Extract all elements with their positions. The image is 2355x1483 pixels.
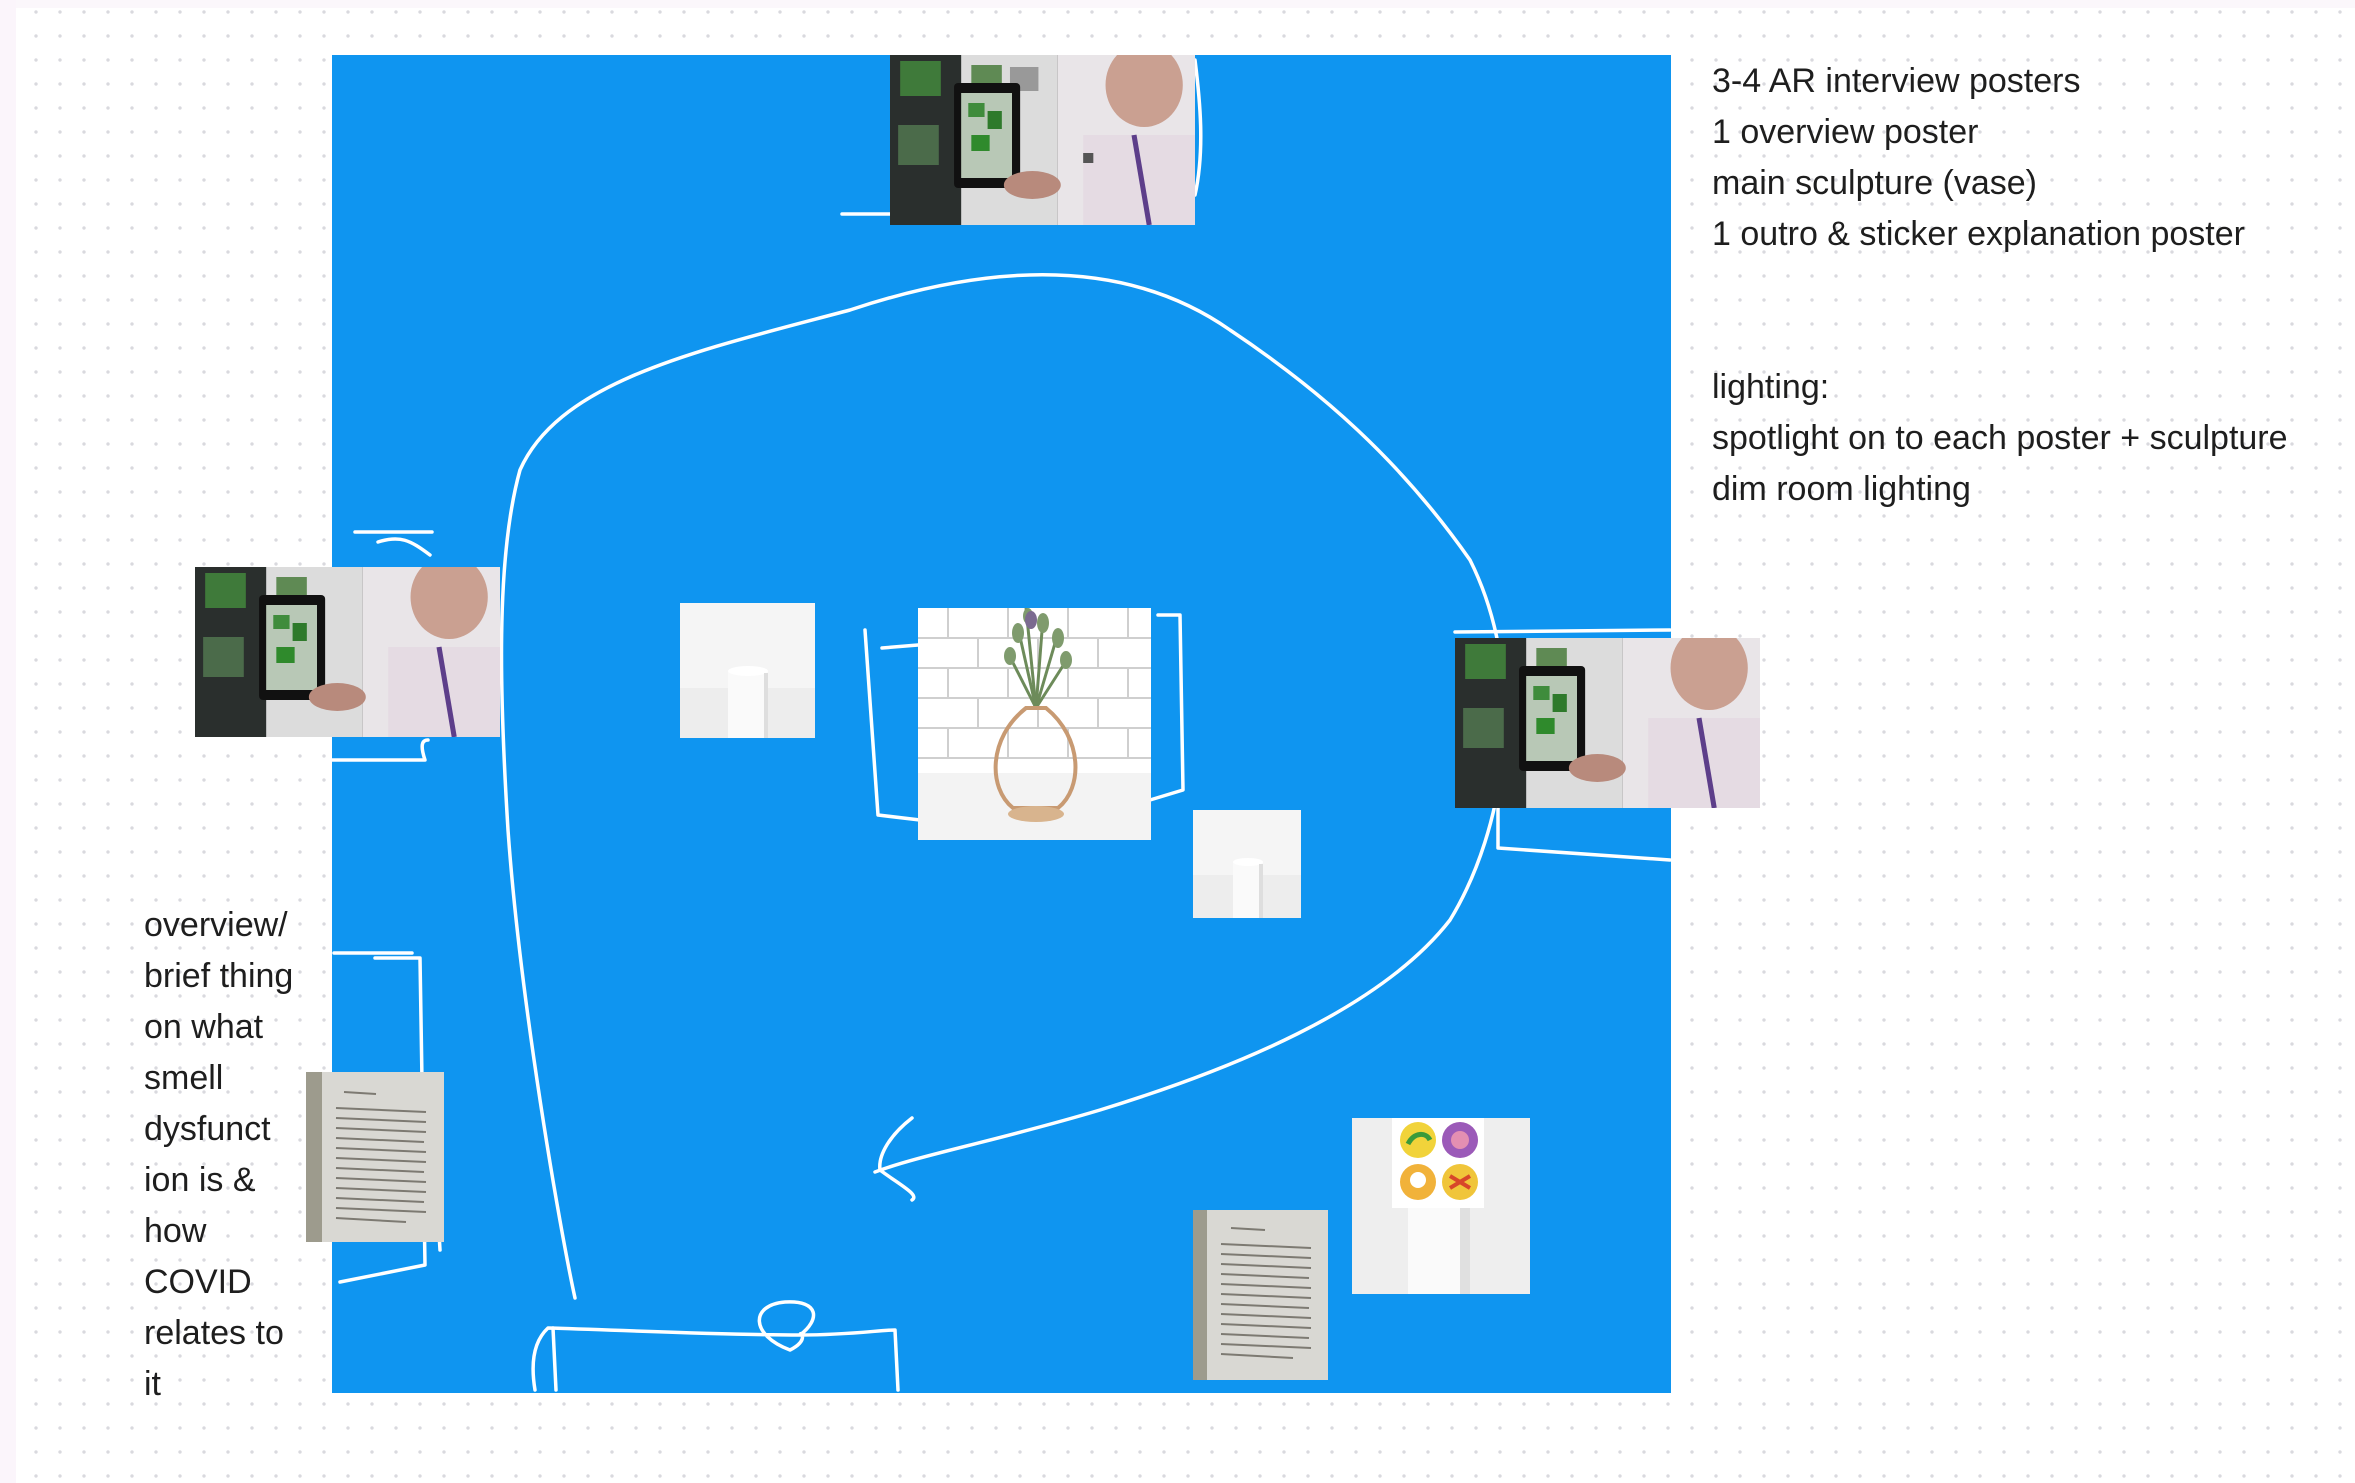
ar-interview-photo-icon: [1455, 638, 1760, 808]
plan-line-main-sculpture: main sculpture (vase): [1712, 164, 2038, 202]
side-note-line: COVID: [144, 1263, 252, 1301]
canvas-left-edge: [0, 0, 16, 1483]
text-poster-icon: [1193, 1210, 1328, 1380]
canvas-top-edge: [0, 0, 2355, 8]
ar-interview-photo-icon: [890, 55, 1195, 225]
pedestal-icon: [680, 603, 815, 738]
lighting-spotlight: spotlight on to each poster + sculpture: [1712, 419, 2288, 457]
side-note-line: relates to: [144, 1314, 284, 1352]
side-note-line: smell: [144, 1059, 224, 1097]
ar-interview-photo-icon: [195, 567, 500, 737]
side-note-line: dysfunct: [144, 1110, 271, 1148]
pedestal-right[interactable]: [1193, 810, 1301, 918]
vase-sculpture[interactable]: [918, 608, 1151, 840]
outro-poster[interactable]: [1193, 1210, 1328, 1380]
sticker-pedestal[interactable]: [1352, 1118, 1530, 1294]
side-note-line: it: [144, 1365, 161, 1403]
overview-side-note[interactable]: overview/ brief thing on what smell dysf…: [144, 900, 344, 1410]
notes-spacer: [1712, 260, 2288, 362]
pedestal-left[interactable]: [680, 603, 815, 738]
side-note-line: ion is &: [144, 1161, 256, 1199]
pedestal-icon: [1193, 810, 1301, 918]
ar-interview-photo-top[interactable]: [890, 55, 1195, 225]
lighting-heading: lighting:: [1712, 368, 1830, 406]
plan-line-ar-posters: 3-4 AR interview posters: [1712, 62, 2081, 100]
ar-interview-photo-right[interactable]: [1455, 638, 1760, 808]
plan-line-outro-poster: 1 outro & sticker explanation poster: [1712, 215, 2245, 253]
planning-notes[interactable]: 3-4 AR interview posters 1 overview post…: [1712, 56, 2288, 515]
vase-sculpture-icon: [918, 608, 1151, 840]
plan-line-overview-poster: 1 overview poster: [1712, 113, 1979, 151]
lighting-dim-room: dim room lighting: [1712, 470, 1971, 508]
sticker-sheet-icon: [1352, 1118, 1530, 1294]
side-note-line: how: [144, 1212, 207, 1250]
side-note-line: brief thing: [144, 957, 294, 995]
ar-interview-photo-left[interactable]: [195, 567, 500, 737]
side-note-line: overview/: [144, 906, 288, 944]
side-note-line: on what: [144, 1008, 264, 1046]
